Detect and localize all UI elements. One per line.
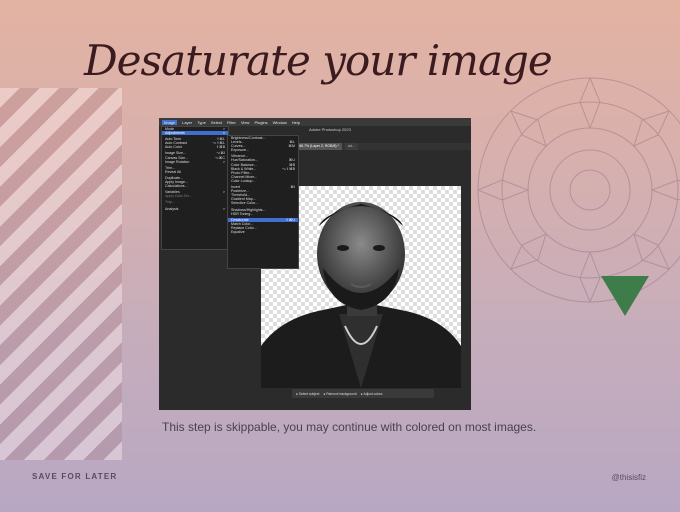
- menu-item-label: Adjustments: [165, 131, 185, 136]
- slide-title: Desaturate your image: [84, 36, 553, 85]
- menu-item-label: Auto Color: [165, 145, 182, 150]
- menu-item-label: Image Rotation: [165, 159, 190, 164]
- menu-item-label: Analysis: [165, 206, 179, 211]
- menu-item-shortcut: ⇧⌘U: [285, 217, 295, 222]
- save-for-later-label: SAVE FOR LATER: [32, 472, 118, 481]
- image-menu-item: Analysis >: [162, 207, 228, 211]
- task-bar-button: ● Adjust colors: [360, 391, 383, 396]
- menu-item-shortcut: >: [222, 206, 225, 211]
- menu-item-shortcut: ⌘I: [290, 185, 295, 190]
- ps-window-title: Adobe Photoshop 2023: [309, 127, 351, 132]
- menu-item-label: Apply Data Set...: [165, 194, 192, 199]
- ps-menu-filter: Filter: [226, 119, 236, 125]
- photoshop-screenshot: Image Layer Type Select Filter View Plugins Win…: [159, 118, 471, 410]
- contextual-task-bar: ● Select subject ● Remove background ● Adj…: [292, 389, 434, 398]
- slide-caption: This step is skippable, you may continue…: [162, 420, 537, 434]
- menu-item-label: Color Lookup...: [231, 178, 256, 183]
- menu-item-shortcut: >: [222, 131, 225, 136]
- image-menu-dropdown: Mode > Adjustments > Auto Tone ⇧⌘L Auto Contra…: [161, 126, 229, 250]
- ps-menu-image: Image: [162, 119, 178, 125]
- task-bar-button: ● Remove background: [323, 391, 357, 396]
- menu-item-label: Equalize: [231, 229, 245, 234]
- adjustments-submenu: Brightness/Contrast... Levels... ⌘L Curves.…: [227, 135, 299, 269]
- menu-item-shortcut: ⌘M: [288, 144, 295, 149]
- menu-item-shortcut: ⇧⌘B: [215, 145, 225, 150]
- menu-item-shortcut: >: [222, 190, 225, 195]
- diagonal-stripe-pattern: [0, 88, 122, 460]
- menu-item-label: Selective Color...: [231, 201, 258, 206]
- ps-menu-window: Window: [272, 119, 287, 125]
- menu-item-shortcut: >: [222, 159, 225, 164]
- ps-menubar: Image Layer Type Select Filter View Plugins Win…: [159, 118, 471, 126]
- menu-item-shortcut: ⌥⇧⌘B: [281, 166, 295, 171]
- ps-menu-type: Type: [197, 119, 206, 125]
- ps-menu-plugins: Plugins: [254, 119, 268, 125]
- menu-item-label: Exposure...: [231, 148, 250, 153]
- menu-item-label: Reveal All: [165, 169, 181, 174]
- adjustments-menu-item: Equalize: [228, 230, 298, 234]
- task-bar-button: ● Select subject: [296, 391, 320, 396]
- ps-menu-help: Help: [291, 119, 301, 125]
- ps-menu-select: Select: [210, 119, 222, 125]
- menu-item-label: Trap...: [165, 200, 176, 205]
- ps-menu-view: View: [240, 119, 250, 125]
- author-handle: @thisisfiz: [611, 473, 646, 482]
- menu-item-label: Calculations...: [165, 184, 188, 189]
- menu-item-label: HDR Toning...: [231, 211, 254, 216]
- ps-menu-layer: Layer: [182, 119, 193, 125]
- green-triangle-marker: [601, 276, 649, 316]
- ps-tab: ad...: [344, 143, 358, 150]
